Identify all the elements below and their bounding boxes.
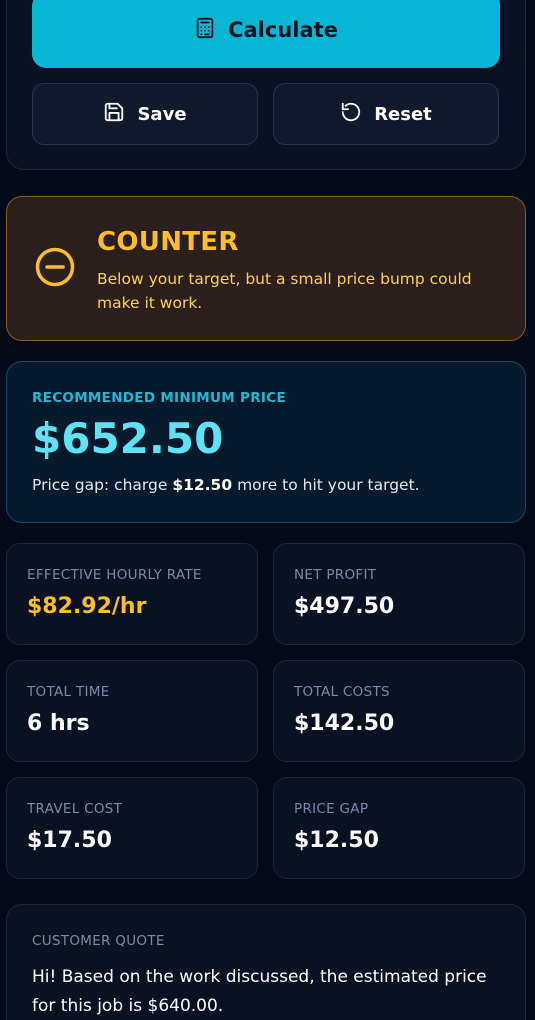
minus-circle-icon	[33, 245, 77, 289]
save-label: Save	[137, 103, 187, 125]
calculate-button[interactable]: Calculate	[32, 0, 500, 68]
stat-label: PRICE GAP	[294, 801, 369, 817]
stat-value: $142.50	[294, 711, 395, 736]
price-gap-suffix: more to hit your target.	[232, 476, 420, 494]
stat-label: TOTAL COSTS	[294, 684, 390, 700]
stat-card-total-time: TOTAL TIME 6 hrs	[6, 660, 258, 762]
customer-quote-card: CUSTOMER QUOTE Hi! Based on the work dis…	[6, 904, 526, 1020]
calculator-icon	[194, 17, 216, 44]
stat-card-price-gap: PRICE GAP $12.50	[273, 777, 525, 879]
stat-card-total-costs: TOTAL COSTS $142.50	[273, 660, 525, 762]
save-button[interactable]: Save	[32, 83, 258, 145]
recommended-price-label: RECOMMENDED MINIMUM PRICE	[32, 390, 286, 406]
calculate-label: Calculate	[228, 18, 338, 42]
stat-value: $12.50	[294, 828, 379, 853]
reset-button[interactable]: Reset	[273, 83, 499, 145]
stat-card-travel-cost: TRAVEL COST $17.50	[6, 777, 258, 879]
save-icon	[103, 101, 125, 128]
price-gap-prefix: Price gap: charge	[32, 476, 173, 494]
stat-value: $82.92/hr	[27, 594, 147, 619]
reset-icon	[340, 101, 362, 128]
stat-value: 6 hrs	[27, 711, 90, 736]
reset-label: Reset	[374, 103, 432, 125]
price-gap-note: Price gap: charge $12.50 more to hit you…	[32, 476, 420, 494]
stat-label: TRAVEL COST	[27, 801, 123, 817]
recommended-price-card: RECOMMENDED MINIMUM PRICE $652.50 Price …	[6, 361, 526, 523]
verdict-title: COUNTER	[97, 227, 239, 257]
stat-value: $17.50	[27, 828, 112, 853]
stat-label: EFFECTIVE HOURLY RATE	[27, 567, 202, 583]
stat-card-net-profit: NET PROFIT $497.50	[273, 543, 525, 645]
stat-label: NET PROFIT	[294, 567, 377, 583]
recommended-price-value: $652.50	[32, 414, 224, 463]
customer-quote-label: CUSTOMER QUOTE	[32, 933, 165, 949]
stat-value: $497.50	[294, 594, 395, 619]
customer-quote-text: Hi! Based on the work discussed, the est…	[32, 967, 487, 1016]
verdict-banner: COUNTER Below your target, but a small p…	[6, 196, 526, 341]
verdict-message: Below your target, but a small price bum…	[97, 270, 472, 312]
stat-label: TOTAL TIME	[27, 684, 110, 700]
stat-card-hourly-rate: EFFECTIVE HOURLY RATE $82.92/hr	[6, 543, 258, 645]
price-gap-amount: $12.50	[172, 476, 233, 494]
